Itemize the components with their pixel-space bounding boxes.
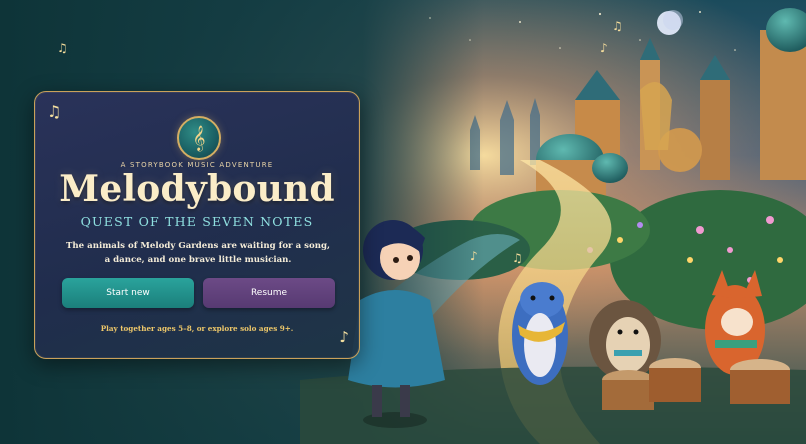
svg-text:♪: ♪	[600, 41, 608, 55]
music-note-icon: ♫	[47, 102, 62, 121]
game-title: Melodybound	[59, 168, 335, 210]
title-screen: ♪ ♫ ♫ ♪ ♫ ♫ ♪ 𝄞 A STORYBOOK MUSIC ADVENTURE…	[0, 0, 806, 444]
svg-text:♫: ♫	[612, 19, 623, 33]
svg-text:♪: ♪	[470, 249, 478, 263]
age-guidance-note: Play together ages 5–8, or explore solo …	[100, 324, 294, 333]
treble-clef-icon: 𝄞	[177, 116, 221, 160]
start-new-button[interactable]: Start new	[62, 278, 194, 308]
game-subtitle: QUEST OF THE SEVEN NOTES	[80, 214, 314, 229]
resume-button[interactable]: Resume	[203, 278, 335, 308]
title-card: ♫ ♪ 𝄞 A STORYBOOK MUSIC ADVENTURE Melody…	[34, 91, 360, 359]
svg-text:♫: ♫	[57, 41, 68, 55]
svg-text:♫: ♫	[512, 251, 523, 265]
game-description: The animals of Melody Gardens are waitin…	[66, 241, 330, 265]
otter-character	[512, 282, 568, 385]
